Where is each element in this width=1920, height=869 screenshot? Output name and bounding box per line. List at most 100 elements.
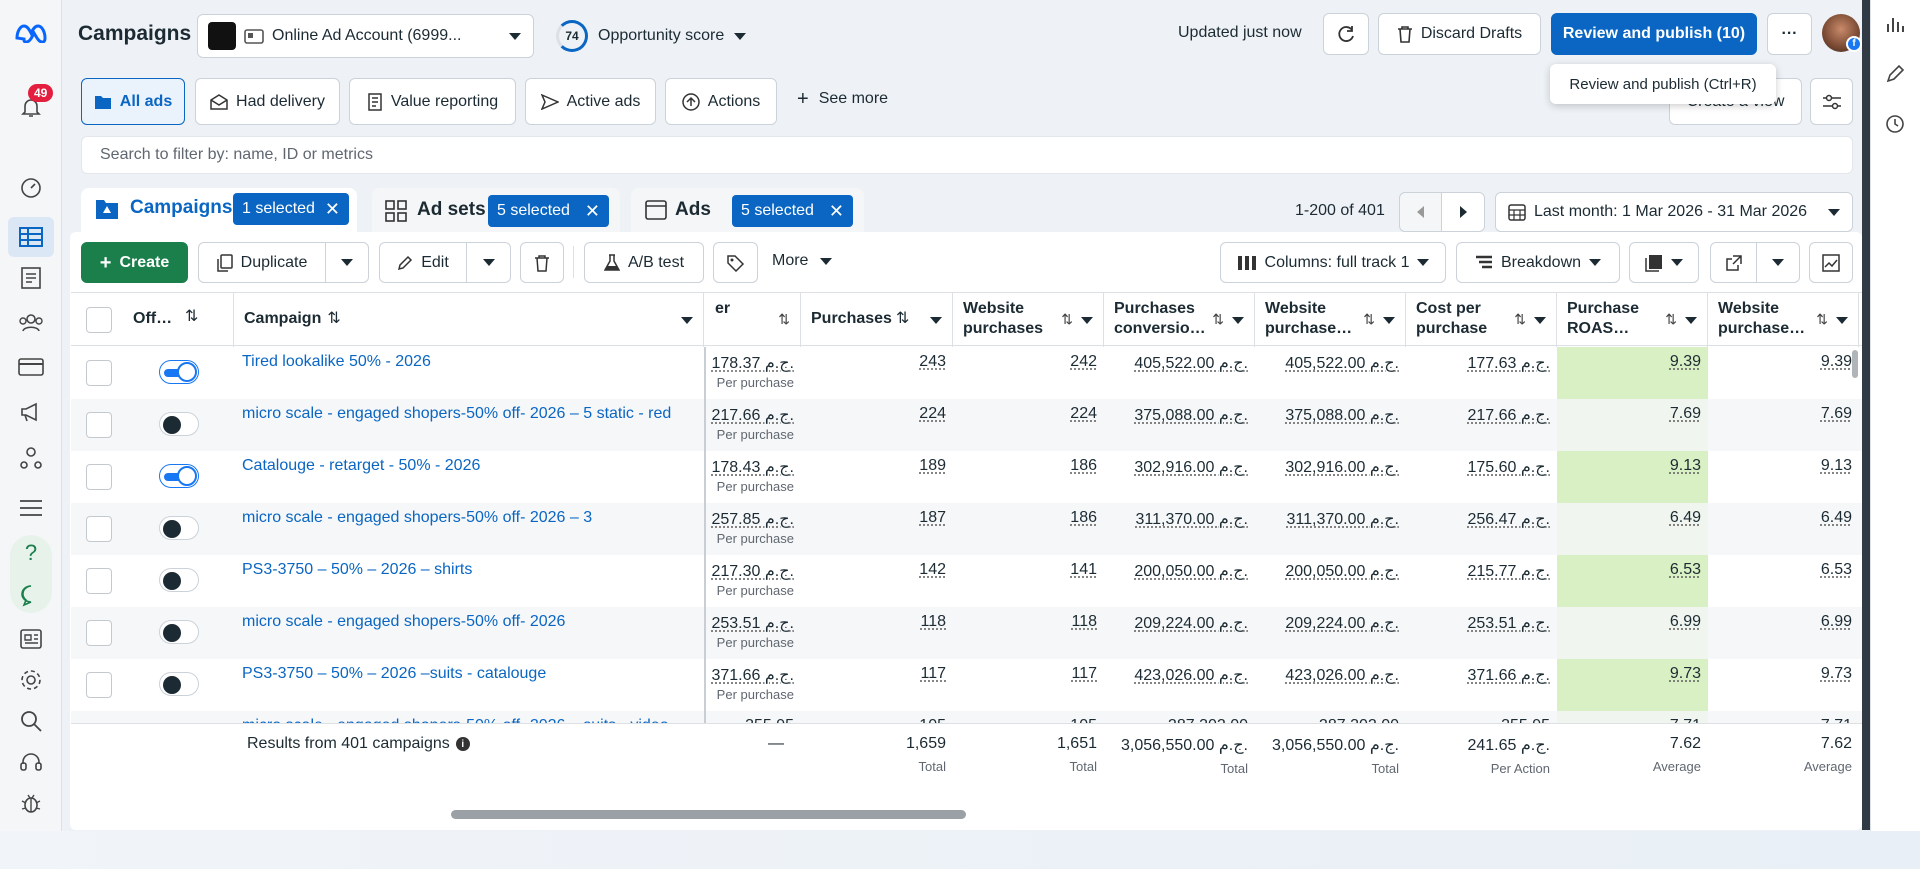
row-checkbox[interactable] bbox=[86, 464, 112, 490]
campaign-toggle[interactable] bbox=[159, 568, 199, 592]
chevron-down-icon[interactable] bbox=[1534, 317, 1546, 324]
edit-pencil-icon[interactable] bbox=[1885, 64, 1905, 84]
prev-page-button[interactable] bbox=[1399, 192, 1442, 232]
filter-had-delivery[interactable]: Had delivery bbox=[195, 78, 340, 125]
close-icon[interactable]: ✕ bbox=[585, 201, 600, 222]
col-header-cost-per-result[interactable]: er ⇅ bbox=[705, 293, 801, 347]
col-header-website-purchase-value[interactable]: Website purchase… ⇅ bbox=[1255, 293, 1406, 347]
review-publish-button[interactable]: Review and publish (10) bbox=[1551, 13, 1757, 55]
opportunity-score[interactable]: 74 Opportunity score bbox=[556, 16, 747, 56]
ab-test-button[interactable]: A/B test bbox=[584, 242, 704, 283]
reports-button[interactable] bbox=[1629, 242, 1699, 283]
bug-report-icon[interactable] bbox=[16, 788, 46, 818]
duplicate-dropdown[interactable] bbox=[325, 242, 369, 283]
campaign-name-link[interactable]: micro scale - engaged shopers-50% off- 2… bbox=[242, 613, 565, 631]
news-icon[interactable] bbox=[16, 624, 46, 654]
sort-icon[interactable]: ⇅ bbox=[896, 310, 909, 327]
chevron-down-icon[interactable] bbox=[1081, 317, 1093, 324]
close-icon[interactable]: ✕ bbox=[325, 199, 340, 220]
filter-active-ads[interactable]: Active ads bbox=[525, 78, 656, 125]
edit-dropdown[interactable] bbox=[466, 242, 511, 283]
refresh-button[interactable] bbox=[1323, 13, 1369, 55]
campaign-name-link[interactable]: Catalouge - retarget - 50% - 2026 bbox=[242, 457, 480, 475]
edit-button[interactable]: Edit bbox=[379, 242, 467, 283]
sort-icon[interactable]: ⇅ bbox=[1514, 309, 1526, 329]
dashboard-icon[interactable] bbox=[16, 173, 46, 203]
duplicate-button[interactable]: Duplicate bbox=[198, 242, 326, 283]
chat-icon[interactable] bbox=[16, 580, 46, 610]
help-icon[interactable]: ? bbox=[16, 538, 46, 568]
sort-icon[interactable]: ⇅ bbox=[1816, 309, 1828, 329]
col-header-purchases-conversion[interactable]: Purchases conversio… ⇅ bbox=[1104, 293, 1255, 347]
close-icon[interactable]: ✕ bbox=[829, 201, 844, 222]
col-header-campaign[interactable]: Campaign ⇅ bbox=[234, 293, 704, 347]
settings-gear-icon[interactable] bbox=[16, 665, 46, 695]
meta-logo-icon[interactable] bbox=[14, 18, 48, 48]
col-header-website-purchase-roas[interactable]: Website purchase… ⇅ bbox=[1708, 293, 1859, 347]
table-row[interactable]: micro scale - engaged shopers-50% off- 2… bbox=[71, 399, 1862, 451]
col-header-website-purchases[interactable]: Website purchases ⇅ bbox=[953, 293, 1104, 347]
more-options-button[interactable]: ··· bbox=[1767, 13, 1812, 55]
export-dropdown[interactable] bbox=[1756, 242, 1800, 283]
campaign-toggle[interactable] bbox=[159, 672, 199, 696]
see-more-button[interactable]: + See more bbox=[797, 89, 888, 109]
filter-actions[interactable]: Actions bbox=[665, 78, 777, 125]
chevron-down-icon[interactable] bbox=[1383, 317, 1395, 324]
campaigns-megaphone-icon[interactable] bbox=[16, 397, 46, 427]
billing-icon[interactable] bbox=[16, 352, 46, 382]
adsets-selected-chip[interactable]: 5 selected ✕ bbox=[488, 195, 609, 227]
sort-icon[interactable]: ⇅ bbox=[1061, 309, 1073, 329]
export-button[interactable] bbox=[1710, 242, 1757, 283]
menu-icon[interactable] bbox=[16, 493, 46, 523]
chevron-down-icon[interactable] bbox=[1836, 317, 1848, 324]
campaign-toggle[interactable] bbox=[159, 360, 199, 384]
row-checkbox[interactable] bbox=[86, 568, 112, 594]
row-checkbox[interactable] bbox=[86, 620, 112, 646]
table-row[interactable]: micro scale - engaged shopers-50% off- 2… bbox=[71, 711, 1862, 723]
columns-button[interactable]: Columns: full track 1 bbox=[1220, 242, 1446, 283]
ads-selected-chip[interactable]: 5 selected ✕ bbox=[732, 195, 853, 227]
col-header-offon[interactable]: Off… ⇅ bbox=[123, 293, 234, 347]
filter-settings-button[interactable] bbox=[1810, 78, 1853, 125]
campaign-toggle[interactable] bbox=[159, 412, 199, 436]
ads-manager-table-icon[interactable] bbox=[8, 217, 54, 257]
chevron-down-icon[interactable] bbox=[930, 317, 942, 324]
campaign-toggle[interactable] bbox=[159, 516, 199, 540]
support-headset-icon[interactable] bbox=[16, 747, 46, 777]
breakdown-button[interactable]: Breakdown bbox=[1456, 242, 1620, 283]
charts-toggle-button[interactable] bbox=[1809, 242, 1853, 283]
sort-icon[interactable]: ⇅ bbox=[1363, 309, 1375, 329]
pages-icon[interactable] bbox=[16, 263, 46, 293]
info-icon[interactable]: i bbox=[455, 737, 470, 751]
more-button[interactable]: More bbox=[772, 252, 833, 270]
campaign-name-link[interactable]: micro scale - engaged shopers-50% off- 2… bbox=[242, 509, 592, 527]
select-all-checkbox[interactable] bbox=[86, 307, 112, 333]
row-checkbox[interactable] bbox=[86, 516, 112, 542]
vertical-scrollbar[interactable] bbox=[1852, 350, 1858, 378]
sort-icon[interactable]: ⇅ bbox=[1212, 309, 1224, 329]
row-checkbox[interactable] bbox=[86, 672, 112, 698]
chevron-down-icon[interactable] bbox=[1232, 317, 1244, 324]
filter-all-ads[interactable]: All ads bbox=[81, 78, 185, 125]
create-button[interactable]: + Create bbox=[81, 242, 188, 283]
col-header-purchase-roas[interactable]: Purchase ROAS… ⇅ bbox=[1557, 293, 1708, 347]
next-page-button[interactable] bbox=[1441, 192, 1485, 232]
account-selector[interactable]: Online Ad Account (6999... bbox=[197, 14, 534, 58]
sort-icon[interactable]: ⇅ bbox=[1665, 309, 1677, 329]
sort-icon[interactable]: ⇅ bbox=[778, 309, 790, 329]
date-range-picker[interactable]: Last month: 1 Mar 2026 - 31 Mar 2026 bbox=[1495, 192, 1853, 232]
chevron-down-icon[interactable] bbox=[681, 317, 693, 324]
table-row[interactable]: micro scale - engaged shopers-50% off- 2… bbox=[71, 607, 1862, 659]
delete-button[interactable] bbox=[520, 242, 564, 283]
col-header-cost-per-purchase[interactable]: Cost per purchase ⇅ bbox=[1406, 293, 1557, 347]
table-row[interactable]: Catalouge - retarget - 50% - 2026 178.43 … bbox=[71, 451, 1862, 503]
sort-icon[interactable]: ⇅ bbox=[327, 310, 340, 327]
table-row[interactable]: Tired lookalike 50% - 2026 178.37 ج.م. Per… bbox=[71, 347, 1862, 399]
business-network-icon[interactable] bbox=[16, 443, 46, 473]
col-header-purchases[interactable]: Purchases ⇅ bbox=[801, 293, 953, 347]
history-clock-icon[interactable] bbox=[1885, 114, 1905, 134]
campaign-toggle[interactable] bbox=[159, 620, 199, 644]
table-row[interactable]: micro scale - engaged shopers-50% off- 2… bbox=[71, 503, 1862, 555]
sort-icon[interactable]: ⇅ bbox=[185, 307, 198, 327]
table-row[interactable]: PS3-3750 – 50% – 2026 – shirts 217.30 ج.م… bbox=[71, 555, 1862, 607]
